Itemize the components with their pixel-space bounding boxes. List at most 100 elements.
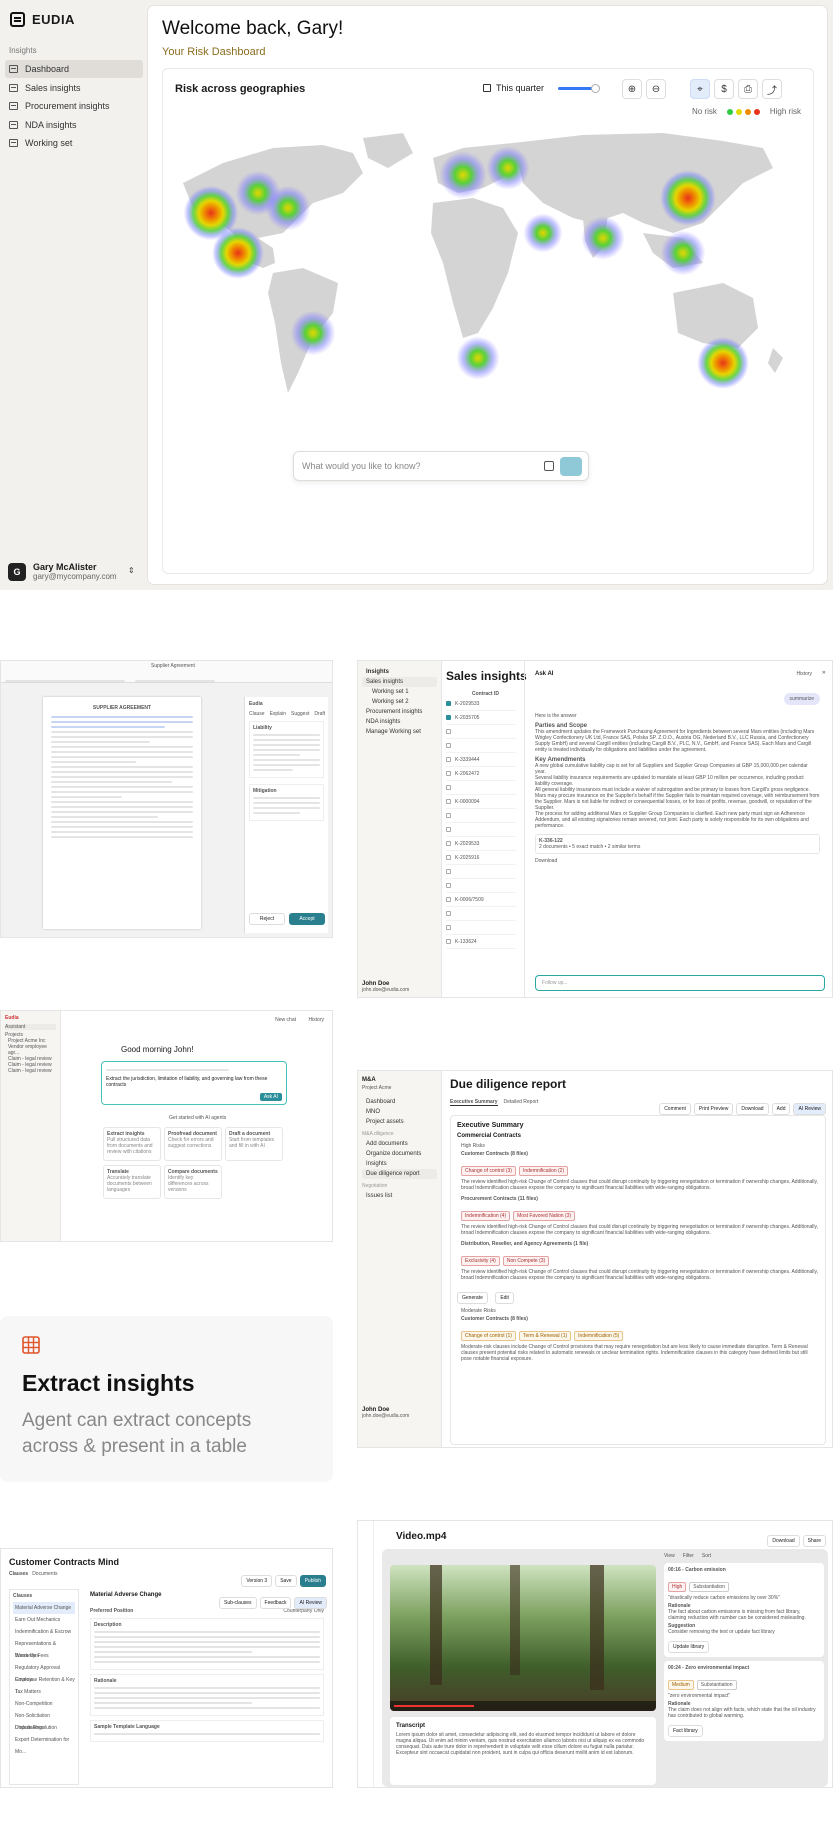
agent-card[interactable]: Extract insights Pull structured data fro…	[103, 1127, 161, 1161]
row-checkbox[interactable]	[446, 939, 451, 944]
hotspot-southeast-asia[interactable]	[660, 230, 706, 276]
risk-tag[interactable]: Most Favored Nation (3)	[513, 1211, 576, 1221]
table-row[interactable]: K-2035705	[446, 711, 516, 725]
table-row[interactable]	[446, 907, 516, 921]
risk-tag[interactable]: Change of control (3)	[461, 1166, 516, 1176]
row-checkbox[interactable]	[446, 729, 451, 734]
tab-documents[interactable]: Documents	[32, 1571, 57, 1577]
period-slider[interactable]	[558, 84, 600, 93]
close-icon[interactable]: ✕	[822, 670, 826, 676]
download-button[interactable]: Download	[535, 858, 820, 864]
history-button[interactable]: History	[796, 671, 812, 677]
row-checkbox[interactable]	[446, 869, 451, 874]
risk-tag[interactable]: Indemnification (4)	[461, 1211, 511, 1221]
row-checkbox[interactable]	[446, 715, 451, 720]
view-button[interactable]: View	[664, 1553, 675, 1559]
fact-library-button[interactable]: Fact library	[668, 1725, 703, 1737]
sidebar-item-nda[interactable]: NDA insights	[362, 717, 437, 727]
clause-item[interactable]: Employee Retention & Key T...	[13, 1674, 75, 1695]
user-menu[interactable]: G Gary McAlister gary@mycompany.com ⇕	[8, 562, 135, 581]
agent-card[interactable]: Compare documents Identify key difference…	[164, 1165, 222, 1199]
table-row[interactable]	[446, 781, 516, 795]
hotspot-india[interactable]	[581, 216, 625, 260]
share-button[interactable]: ⤴	[762, 79, 782, 99]
hotspot-australia[interactable]	[697, 337, 749, 389]
sidebar-item-procurement[interactable]: Procurement insights	[362, 707, 437, 717]
table-row[interactable]: K-2029533	[446, 837, 516, 851]
send-button[interactable]	[560, 457, 582, 476]
sidebar-item-assistant[interactable]: Assistant	[5, 1024, 56, 1030]
location-view-button[interactable]: ⌖	[690, 79, 710, 99]
table-row[interactable]: K-2029533	[446, 697, 516, 711]
tab-draft[interactable]: Draft	[314, 711, 325, 717]
clause-item[interactable]: Non-Competition	[13, 1698, 75, 1710]
hotspot-mexico[interactable]	[212, 227, 264, 279]
attachment-icon[interactable]	[544, 461, 554, 471]
update-library-button[interactable]: Update library	[668, 1641, 710, 1653]
sub-clauses-button[interactable]: Sub-clauses	[219, 1597, 257, 1609]
user-menu[interactable]: John Doe john.doe@eudia.com	[362, 981, 409, 993]
table-row[interactable]	[446, 739, 516, 753]
sidebar-item-mno[interactable]: MNO	[362, 1107, 437, 1117]
download-button[interactable]: Download	[736, 1103, 769, 1115]
tab-detailed-report[interactable]: Detailed Report	[504, 1099, 539, 1106]
agent-card[interactable]: Proofread document Check for errors and s…	[164, 1127, 222, 1161]
row-checkbox[interactable]	[446, 897, 451, 902]
video-progress[interactable]	[394, 1705, 474, 1707]
risk-tag[interactable]: Non Compete (3)	[502, 1256, 550, 1266]
zoom-out-button[interactable]: ⊖	[646, 79, 666, 99]
hotspot-middle-east[interactable]	[523, 213, 563, 253]
add-button[interactable]: Add	[771, 1103, 791, 1115]
table-row[interactable]	[446, 921, 516, 935]
sidebar-item-working-set-2[interactable]: Working set 2	[362, 697, 437, 707]
reject-button[interactable]: Reject	[249, 913, 285, 925]
world-heatmap[interactable]	[163, 123, 815, 423]
prompt-box[interactable]: Extract the jurisdiction, limitation of …	[101, 1061, 287, 1105]
print-button[interactable]: ⎙	[738, 79, 758, 99]
clause-item[interactable]: Earn Out Mechanics	[13, 1614, 75, 1626]
comment-button[interactable]: Comment	[659, 1103, 691, 1115]
sidebar-item-insights[interactable]: Insights	[362, 667, 437, 677]
source-card[interactable]: K-336-122 2 documents • 5 exact match • …	[535, 834, 820, 854]
table-row[interactable]: K-2025916	[446, 851, 516, 865]
section-heading[interactable]: Sample Template Language	[94, 1724, 320, 1730]
brand[interactable]: EUDIA	[10, 12, 75, 27]
new-chat-button[interactable]: New chat	[275, 1017, 296, 1023]
row-checkbox[interactable]	[446, 813, 451, 818]
tab-clauses[interactable]: Clauses	[9, 1571, 28, 1577]
clause-item[interactable]: Material Adverse Change	[13, 1602, 75, 1614]
download-button[interactable]: Download	[767, 1535, 800, 1547]
feedback-button[interactable]: Feedback	[259, 1597, 292, 1609]
agent-card[interactable]: Translate Accurately translate documents …	[103, 1165, 161, 1199]
follow-up-input[interactable]: Follow up...	[535, 975, 825, 991]
row-checkbox[interactable]	[446, 925, 451, 930]
section-heading[interactable]: Description	[94, 1622, 320, 1628]
risk-tag[interactable]: Indemnification (2)	[518, 1166, 569, 1176]
accept-button[interactable]: Accept	[289, 913, 325, 925]
sort-button[interactable]: Sort	[702, 1553, 711, 1559]
print-preview-button[interactable]: Print Preview	[693, 1103, 734, 1115]
project-selector[interactable]: Project Acme	[362, 1085, 437, 1091]
sidebar-item-dd-report[interactable]: Due diligence report	[362, 1169, 437, 1179]
sidebar-item-project[interactable]: Vendor employee agr...	[5, 1044, 56, 1056]
user-menu[interactable]: John Doe john.doe@eudia.com	[362, 1407, 409, 1419]
financial-view-button[interactable]: $	[714, 79, 734, 99]
share-button[interactable]: Share	[802, 1535, 826, 1547]
table-row[interactable]: K-0000094	[446, 795, 516, 809]
document-page[interactable]: SUPPLIER AGREEMENT	[43, 697, 201, 929]
sidebar-item-procurement-insights[interactable]: Procurement insights	[5, 97, 143, 115]
risk-tag[interactable]: Exclusivity (4)	[461, 1256, 500, 1266]
hotspot-eastern-usa[interactable]	[265, 185, 311, 231]
sidebar-item-dashboard[interactable]: Dashboard	[5, 60, 143, 78]
zoom-in-button[interactable]: ⊕	[622, 79, 642, 99]
risk-tag[interactable]: Change of control (1)	[461, 1331, 516, 1341]
row-checkbox[interactable]	[446, 757, 451, 762]
risk-tag[interactable]: Term & Renewal (1)	[518, 1331, 572, 1341]
row-checkbox[interactable]	[446, 743, 451, 748]
save-button[interactable]: Save	[275, 1575, 297, 1587]
sidebar-item-add-documents[interactable]: Add documents	[362, 1139, 437, 1149]
table-row[interactable]: K-2062472	[446, 767, 516, 781]
hotspot-western-europe[interactable]	[439, 151, 487, 199]
slider-thumb[interactable]	[591, 84, 600, 93]
tab-executive-summary[interactable]: Executive Summary	[450, 1099, 498, 1106]
